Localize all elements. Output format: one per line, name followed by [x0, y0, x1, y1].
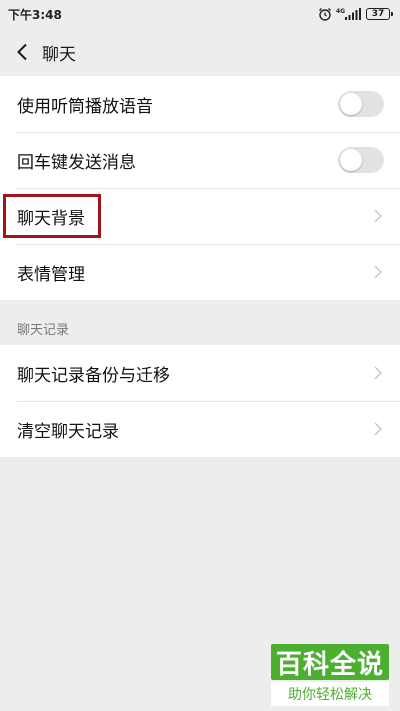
- status-icons: 4G 37: [318, 7, 393, 21]
- battery-level: 37: [371, 8, 385, 19]
- watermark-title: 百科全说: [271, 644, 389, 680]
- alarm-icon: [319, 8, 331, 21]
- setting-label: 清空聊天记录: [17, 421, 119, 442]
- earpiece-toggle[interactable]: [338, 91, 384, 117]
- setting-row-enter-to-send[interactable]: 回车键发送消息: [0, 132, 400, 188]
- enter-send-toggle[interactable]: [338, 147, 384, 173]
- nav-bar: 聊天: [0, 28, 400, 76]
- chevron-right-icon: [374, 422, 382, 436]
- network-type: 4G: [336, 8, 345, 15]
- watermark-logo: 百科全说 助你轻松解决: [271, 644, 389, 706]
- watermark-subtitle: 助你轻松解决: [271, 682, 389, 706]
- signal-icon: 4G: [336, 8, 361, 20]
- status-time: 下午3:48: [8, 7, 62, 22]
- status-bar: 下午3:48 4G 37: [0, 0, 400, 28]
- setting-row-backup-migrate[interactable]: 聊天记录备份与迁移: [0, 345, 400, 401]
- settings-group-chat-history: 聊天记录备份与迁移 清空聊天记录: [0, 345, 400, 457]
- setting-row-sticker-management[interactable]: 表情管理: [0, 244, 400, 300]
- toggle-knob: [340, 149, 362, 171]
- back-button[interactable]: [2, 28, 42, 76]
- settings-group-general: 使用听筒播放语音 回车键发送消息 聊天背景 表情管理: [0, 76, 400, 300]
- highlight-box: [3, 194, 101, 238]
- page-title: 聊天: [42, 44, 76, 65]
- setting-label: 聊天记录备份与迁移: [17, 365, 170, 386]
- setting-label: 回车键发送消息: [17, 152, 136, 173]
- chevron-left-icon: [17, 43, 27, 61]
- setting-label: 表情管理: [17, 264, 85, 285]
- setting-row-earpiece[interactable]: 使用听筒播放语音: [0, 76, 400, 132]
- chevron-right-icon: [374, 265, 382, 279]
- toggle-knob: [340, 93, 362, 115]
- battery-icon: 37: [366, 8, 393, 20]
- setting-row-clear-history[interactable]: 清空聊天记录: [0, 401, 400, 457]
- chevron-right-icon: [374, 366, 382, 380]
- setting-row-chat-background[interactable]: 聊天背景: [0, 188, 400, 244]
- setting-label: 使用听筒播放语音: [17, 96, 153, 117]
- section-header-chat-history: 聊天记录: [17, 322, 70, 338]
- chevron-right-icon: [374, 209, 382, 223]
